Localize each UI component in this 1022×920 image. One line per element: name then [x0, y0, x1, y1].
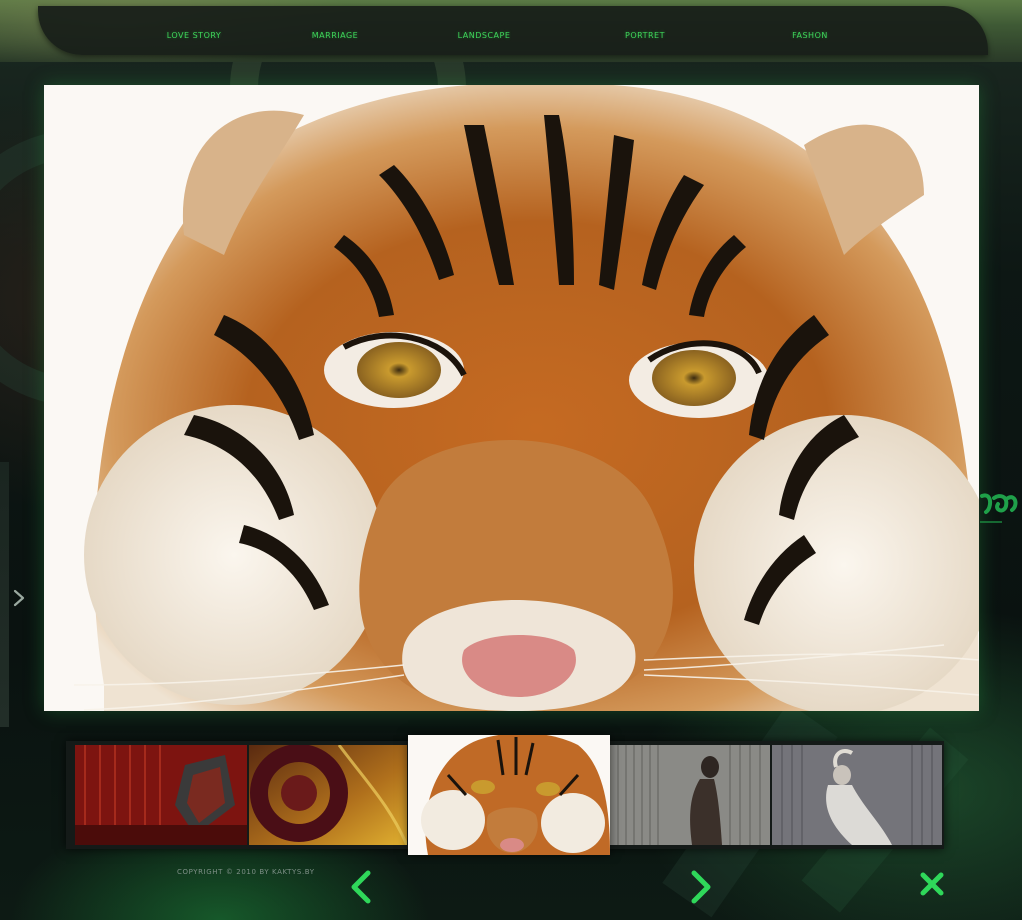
chevron-right-icon[interactable]	[688, 870, 714, 904]
top-navigation: LOVE STORY MARRIAGE LANDSCAPE PORTRET FA…	[38, 6, 988, 55]
page: LOVE STORY MARRIAGE LANDSCAPE PORTRET FA…	[0, 0, 1022, 920]
thumbnail-1[interactable]	[75, 745, 247, 845]
side-rail	[0, 462, 9, 727]
chevron-left-icon[interactable]	[348, 870, 374, 904]
abstract-circle-thumbnail	[249, 745, 407, 845]
nav-item-marriage[interactable]: MARRIAGE	[312, 31, 358, 40]
dancing-woman-thumbnail	[772, 745, 942, 845]
thumbnail-3-selected[interactable]	[408, 735, 610, 855]
close-icon[interactable]	[918, 870, 946, 898]
woman-striped-wall-thumbnail	[610, 745, 770, 845]
red-corridor-thumbnail	[75, 745, 247, 845]
thumbnail-4[interactable]	[610, 745, 770, 845]
tiger-thumbnail	[408, 735, 610, 855]
thumbnail-2[interactable]	[249, 745, 407, 845]
tiger-photo	[44, 85, 979, 711]
nav-item-fashon[interactable]: FASHON	[792, 31, 828, 40]
brand-logo-icon	[980, 493, 1018, 523]
copyright-text: COPYRIGHT © 2010 BY KAKTYS.BY	[177, 868, 315, 876]
main-photo[interactable]	[44, 85, 979, 711]
thumbnail-5[interactable]	[772, 745, 942, 845]
nav-item-love-story[interactable]: LOVE STORY	[167, 31, 222, 40]
nav-item-landscape[interactable]: LANDSCAPE	[458, 31, 511, 40]
chevron-right-icon[interactable]	[10, 588, 28, 608]
nav-item-portret[interactable]: PORTRET	[625, 31, 665, 40]
